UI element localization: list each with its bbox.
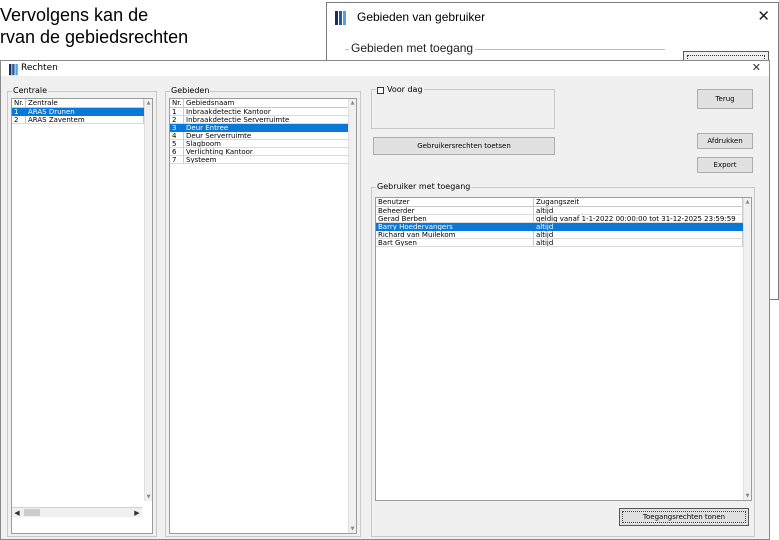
list-row[interactable]: Gerad Berben geldig vanaf 1-1-2022 00:00:… <box>376 215 743 223</box>
list-cell: Inbraakdetectie Serverruimte <box>184 116 350 124</box>
list-cell: altijd <box>534 231 743 239</box>
list-cell: Slagboom <box>184 140 350 148</box>
centrale-list-header: Nr. Zentrale <box>12 99 144 108</box>
centrale-rows: 1 ARAS Drunen 2 ARAS Zaventem <box>12 108 144 124</box>
scroll-up-icon[interactable]: ▲ <box>744 198 751 206</box>
list-row[interactable]: 5 Slagboom <box>170 140 350 148</box>
list-cell: Deur Serverruimte <box>184 132 350 140</box>
list-cell: Inbraakdetectie Kantoor <box>184 108 350 116</box>
centrale-group-label: Centrale <box>12 85 49 97</box>
list-cell: Gerad Berben <box>376 215 534 223</box>
list-row[interactable]: Bart Gysen altijd <box>376 239 743 247</box>
column-header-zugangszeit[interactable]: Zugangszeit <box>534 198 743 207</box>
horizontal-scrollbar[interactable]: ◀ ▶ <box>12 507 142 517</box>
list-cell: Beheerder <box>376 207 534 215</box>
list-row[interactable]: 2 ARAS Zaventem <box>12 116 144 124</box>
window-titlebar: Rechten ✕ <box>1 61 769 76</box>
list-cell: 2 <box>12 116 26 124</box>
list-row[interactable]: Beheerder altijd <box>376 207 743 215</box>
scroll-down-icon[interactable]: ▼ <box>349 525 356 533</box>
vertical-scrollbar[interactable]: ▲ ▼ <box>144 99 152 501</box>
users-list-header: Benutzer Zugangszeit <box>376 198 743 207</box>
list-cell: geldig vanaf 1-1-2022 00:00:00 tot 31-12… <box>534 215 743 223</box>
gebieden-list[interactable]: Nr. Gebiedsnaam 1 Inbraakdetectie Kantoor… <box>169 98 357 534</box>
scroll-up-icon[interactable]: ▲ <box>349 99 356 107</box>
scroll-down-icon[interactable]: ▼ <box>744 492 751 500</box>
list-cell: Richard van Muilekom <box>376 231 534 239</box>
gebieden-group: Gebieden Nr. Gebiedsnaam 1 Inbraakdetecti… <box>165 85 361 537</box>
voor-dag-group: Voor dag <box>371 84 555 129</box>
list-cell: Verlichting Kantoor <box>184 148 350 156</box>
list-cell: altijd <box>534 207 743 215</box>
column-header-zentrale[interactable]: Zentrale <box>26 99 144 108</box>
list-cell: ARAS Zaventem <box>26 116 144 124</box>
list-row[interactable]: 3 Deur Entree <box>170 124 350 132</box>
list-cell: Barry Hoedervangers <box>376 223 534 231</box>
users-rows: Beheerder altijd Gerad Berben geldig vanaf … <box>376 207 743 247</box>
centrale-list[interactable]: Nr. Zentrale 1 ARAS Drunen 2 ARAS Zaventem … <box>11 98 153 534</box>
gebieden-rows: 1 Inbraakdetectie Kantoor 2 Inbraakdetectie… <box>170 108 350 164</box>
vertical-scrollbar[interactable]: ▲ ▼ <box>348 99 356 533</box>
list-cell: 7 <box>170 156 184 164</box>
scroll-right-icon[interactable]: ▶ <box>132 508 142 517</box>
column-header-gebiedsnaam[interactable]: Gebiedsnaam <box>184 99 350 108</box>
centrale-group: Centrale Nr. Zentrale 1 ARAS Drunen 2 ARAS … <box>7 85 157 537</box>
list-row[interactable]: Richard van Muilekom altijd <box>376 231 743 239</box>
scroll-thumb[interactable] <box>24 509 40 516</box>
gebieden-group-label: Gebieden <box>170 85 211 97</box>
gebruiker-met-toegang-group: Gebruiker met toegang Benutzer Zugangsze… <box>371 181 755 537</box>
list-cell: 4 <box>170 132 184 140</box>
app-icon <box>335 11 349 25</box>
list-cell: Systeem <box>184 156 350 164</box>
export-button[interactable]: Export <box>697 157 753 173</box>
list-cell: ARAS Drunen <box>26 108 144 116</box>
background-document-text: Vervolgens kan de rvan de gebiedsrechten <box>0 4 188 48</box>
column-header-nr[interactable]: Nr. <box>170 99 184 108</box>
window-title: Rechten <box>21 63 58 73</box>
list-row[interactable]: 1 ARAS Drunen <box>12 108 144 116</box>
list-row[interactable]: Barry Hoedervangers altijd <box>376 223 743 231</box>
background-group-label: Gebieden met toegang <box>349 41 476 55</box>
users-list[interactable]: Benutzer Zugangszeit Beheerder altijd Gera… <box>375 197 752 501</box>
list-row[interactable]: 6 Verlichting Kantoor <box>170 148 350 156</box>
scroll-left-icon[interactable]: ◀ <box>12 508 22 517</box>
background-dialog-titlebar: Gebieden van gebruiker ✕ <box>327 3 778 31</box>
vertical-scrollbar[interactable]: ▲ ▼ <box>743 198 751 500</box>
close-icon[interactable]: ✕ <box>757 7 770 25</box>
rechten-window: Rechten ✕ Centrale Nr. Zentrale 1 ARAS Dr… <box>0 60 770 540</box>
list-row[interactable]: 4 Deur Serverruimte <box>170 132 350 140</box>
afdrukken-button[interactable]: Afdrukken <box>697 133 753 149</box>
list-cell: 1 <box>170 108 184 116</box>
list-cell: Deur Entree <box>184 124 350 132</box>
column-header-benutzer[interactable]: Benutzer <box>376 198 534 207</box>
list-cell: 3 <box>170 124 184 132</box>
voor-dag-label: Voor dag <box>387 85 423 94</box>
list-row[interactable]: 7 Systeem <box>170 156 350 164</box>
gebruikersrechten-toetsen-button[interactable]: Gebruikersrechten toetsen <box>373 137 555 155</box>
background-text-line: rvan de gebiedsrechten <box>0 27 189 47</box>
column-header-nr[interactable]: Nr. <box>12 99 26 108</box>
background-dialog-title: Gebieden van gebruiker <box>357 10 486 24</box>
scroll-up-icon[interactable]: ▲ <box>145 99 152 107</box>
list-cell: 2 <box>170 116 184 124</box>
app-icon <box>9 64 20 76</box>
list-cell: 1 <box>12 108 26 116</box>
gebieden-list-header: Nr. Gebiedsnaam <box>170 99 350 108</box>
toegangsrechten-tonen-button[interactable]: Toegangsrechten tonen <box>619 508 749 526</box>
list-cell: Bart Gysen <box>376 239 534 247</box>
list-row[interactable]: 1 Inbraakdetectie Kantoor <box>170 108 350 116</box>
list-cell: 6 <box>170 148 184 156</box>
close-icon[interactable]: ✕ <box>752 61 761 74</box>
list-row[interactable]: 2 Inbraakdetectie Serverruimte <box>170 116 350 124</box>
background-text-line: Vervolgens kan de <box>0 5 149 25</box>
voor-dag-checkbox-wrapper[interactable]: Voor dag <box>376 84 424 96</box>
list-cell: 5 <box>170 140 184 148</box>
voor-dag-checkbox[interactable] <box>377 86 384 94</box>
list-cell: altijd <box>534 239 743 247</box>
scroll-down-icon[interactable]: ▼ <box>145 493 152 501</box>
gebruiker-met-toegang-label: Gebruiker met toegang <box>376 181 472 193</box>
terug-button[interactable]: Terug <box>697 89 753 109</box>
list-cell: altijd <box>534 223 743 231</box>
